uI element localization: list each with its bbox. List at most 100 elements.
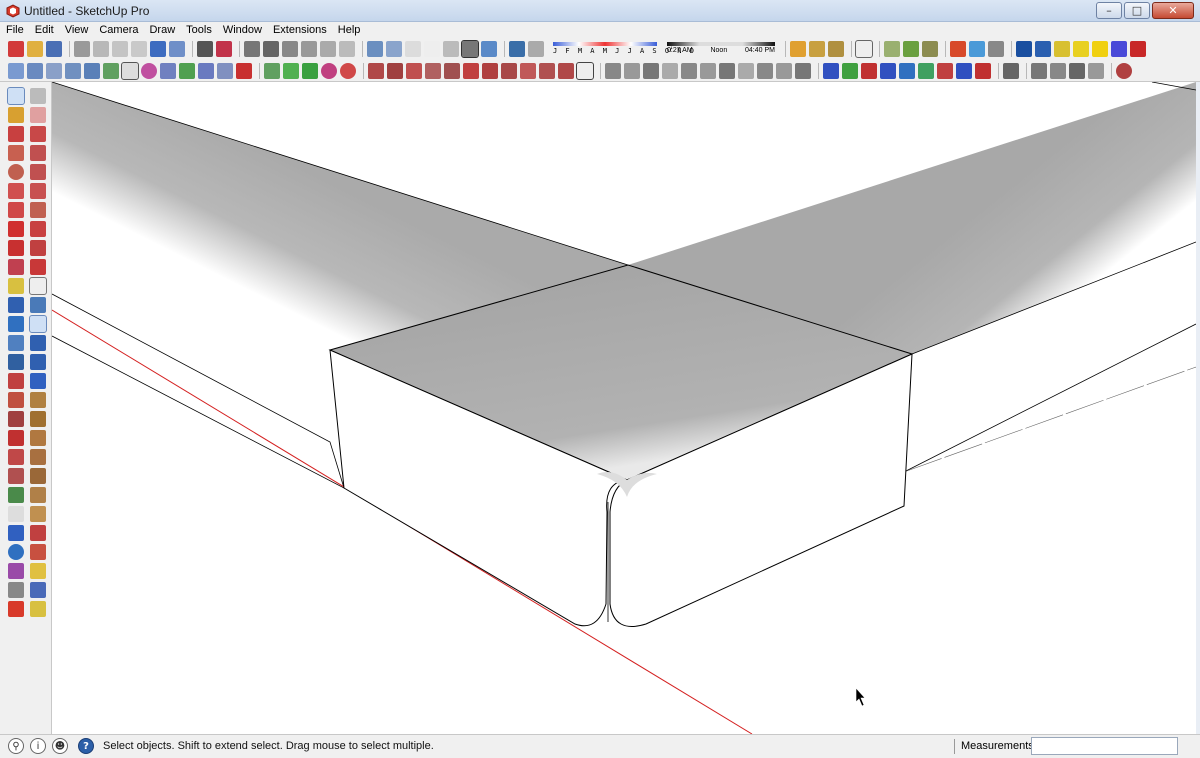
freehand-icon[interactable]: [179, 62, 195, 79]
orbit-icon[interactable]: [30, 297, 46, 313]
redo-icon[interactable]: [169, 41, 185, 57]
back-edges-icon[interactable]: [386, 41, 402, 57]
joint-7-icon[interactable]: [30, 506, 46, 522]
tool-d-icon[interactable]: [425, 62, 441, 79]
section-icon[interactable]: [8, 411, 24, 427]
terrain-icon[interactable]: [903, 41, 919, 57]
shadows-toggle-icon[interactable]: [509, 41, 525, 57]
lasso-icon[interactable]: [30, 88, 46, 104]
pencil-icon[interactable]: [8, 126, 24, 142]
menu-camera[interactable]: Camera: [99, 24, 138, 36]
solid-5-icon[interactable]: [681, 62, 697, 79]
photo-match-icon[interactable]: [1111, 41, 1127, 57]
copy-icon[interactable]: [93, 41, 109, 57]
solid-11-icon[interactable]: [795, 62, 811, 79]
tool-a-icon[interactable]: [368, 62, 384, 79]
new-file-icon[interactable]: [8, 41, 24, 57]
location-icon[interactable]: [1073, 41, 1089, 57]
joint-6-icon[interactable]: [30, 487, 46, 503]
position-camera-icon[interactable]: [8, 354, 24, 370]
solid-8-icon[interactable]: [738, 62, 754, 79]
arc-2-icon[interactable]: [160, 62, 176, 79]
help-icon[interactable]: ?: [78, 738, 94, 754]
iso-view-icon[interactable]: [244, 41, 260, 57]
ext-3-icon[interactable]: [1069, 62, 1085, 79]
front-view-icon[interactable]: [282, 41, 298, 57]
book-icon[interactable]: [8, 487, 24, 503]
arc-3pt-icon[interactable]: [30, 202, 46, 218]
solid-4-icon[interactable]: [662, 62, 678, 79]
solid-2-icon[interactable]: [624, 62, 640, 79]
protractor-icon[interactable]: [29, 277, 47, 295]
tool-k-icon[interactable]: [558, 62, 574, 79]
axes-icon[interactable]: [8, 449, 24, 465]
tool-h-icon[interactable]: [501, 62, 517, 79]
joint-5-icon[interactable]: [30, 468, 46, 484]
eraser-tool-icon[interactable]: [30, 107, 46, 123]
layout-icon[interactable]: [1016, 41, 1032, 57]
sandbox-icon[interactable]: [884, 41, 900, 57]
question-icon[interactable]: [576, 61, 594, 80]
xray-icon[interactable]: [367, 41, 383, 57]
align-1-icon[interactable]: [823, 62, 839, 79]
share-model-icon[interactable]: [969, 41, 985, 57]
menu-edit[interactable]: Edit: [35, 24, 54, 36]
wrench-icon[interactable]: [302, 62, 318, 79]
curve-tool-4-icon[interactable]: [65, 62, 81, 79]
align-7-icon[interactable]: [937, 62, 953, 79]
joint-2-icon[interactable]: [30, 411, 46, 427]
align-4-icon[interactable]: [880, 62, 896, 79]
menu-window[interactable]: Window: [223, 24, 262, 36]
model-viewport[interactable]: [52, 82, 1196, 734]
undo-icon[interactable]: [150, 41, 166, 57]
section-plane-icon[interactable]: [855, 40, 873, 58]
measurements-input[interactable]: [1031, 737, 1178, 755]
select-tool-icon[interactable]: [7, 87, 25, 105]
polygon-icon[interactable]: [283, 62, 299, 79]
tool-e-icon[interactable]: [444, 62, 460, 79]
tool-i-icon[interactable]: [520, 62, 536, 79]
curve-tool-5-icon[interactable]: [84, 62, 100, 79]
scale-icon[interactable]: [8, 259, 24, 275]
fog-icon[interactable]: [528, 41, 544, 57]
solid-3-icon[interactable]: [643, 62, 659, 79]
eraser-icon[interactable]: [8, 506, 24, 522]
rectangle-icon[interactable]: [8, 145, 24, 161]
look-around-icon[interactable]: [8, 392, 24, 408]
close-button[interactable]: ✕: [1152, 2, 1194, 19]
target-icon[interactable]: [1116, 62, 1132, 79]
scene-icon[interactable]: [1035, 41, 1051, 57]
zoom-icon[interactable]: [8, 297, 24, 313]
walk-icon[interactable]: [8, 373, 24, 389]
north-icon[interactable]: [8, 430, 24, 446]
arc-4-icon[interactable]: [236, 62, 252, 79]
outliner-icon[interactable]: [1054, 41, 1070, 57]
credits-icon[interactable]: i: [30, 738, 46, 754]
menu-tools[interactable]: Tools: [186, 24, 212, 36]
tool-c-icon[interactable]: [406, 62, 422, 79]
model-canvas[interactable]: [52, 82, 1196, 734]
spline-icon[interactable]: [198, 62, 214, 79]
dimension-icon[interactable]: [8, 468, 24, 484]
move-icon[interactable]: [8, 221, 24, 237]
align-8-icon[interactable]: [956, 62, 972, 79]
align-5-icon[interactable]: [899, 62, 915, 79]
materials-icon[interactable]: [809, 41, 825, 57]
push-pull-icon[interactable]: [30, 221, 46, 237]
warehouse-icon[interactable]: [950, 41, 966, 57]
align-2-icon[interactable]: [842, 62, 858, 79]
hidden-line-icon[interactable]: [424, 41, 440, 57]
components-icon[interactable]: [790, 41, 806, 57]
shadow-month-slider[interactable]: J F M A M J J A S O N D: [553, 41, 694, 57]
mirror-icon[interactable]: [30, 373, 46, 389]
right-bar-side-edge[interactable]: [904, 324, 1196, 506]
paint-icon[interactable]: [8, 525, 24, 541]
ellipse-icon[interactable]: [321, 62, 337, 79]
ext-1-icon[interactable]: [1031, 62, 1047, 79]
erase-icon[interactable]: [131, 41, 147, 57]
circle-icon[interactable]: [8, 164, 24, 180]
tool-g-icon[interactable]: [482, 62, 498, 79]
arc-3-icon[interactable]: [217, 62, 233, 79]
curve-tool-2-icon[interactable]: [27, 62, 43, 79]
bezier-icon[interactable]: [264, 62, 280, 79]
